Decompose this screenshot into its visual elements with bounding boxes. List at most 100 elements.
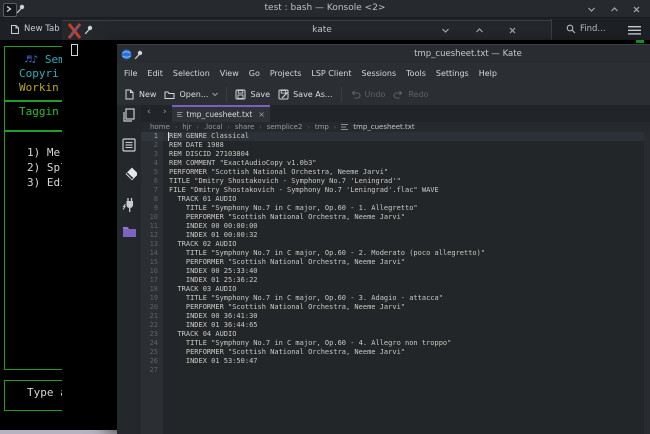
- editor-line[interactable]: 18 TRACK 03 AUDIO: [141, 285, 650, 294]
- menu-view[interactable]: View: [220, 69, 239, 78]
- breadcrumb-file[interactable]: tmp_cuesheet.txt: [353, 123, 414, 131]
- maximize-icon[interactable]: [610, 5, 619, 14]
- kate-tabbar: ‹ › tmp_cuesheet.txt ×: [141, 105, 650, 122]
- terminal-plug-icon[interactable]: [122, 197, 136, 214]
- close-icon[interactable]: [508, 26, 517, 35]
- editor-line[interactable]: 19 TITLE "Symphony No.7 in C major, Op.6…: [141, 294, 650, 303]
- editor-line[interactable]: 9 TITLE "Symphony No.7 in C major, Op.60…: [141, 204, 650, 213]
- menu-tools[interactable]: Tools: [406, 69, 426, 78]
- editor-area[interactable]: 1REM GENRE Classical2REM DATE 19883REM D…: [141, 132, 650, 434]
- save-as-button[interactable]: Save As...: [278, 89, 332, 100]
- editor-line[interactable]: 8 TRACK 01 AUDIO: [141, 195, 650, 204]
- line-number: 10: [141, 213, 163, 222]
- line-text: TRACK 04 AUDIO: [163, 330, 650, 339]
- line-number: 26: [141, 357, 163, 366]
- menu-sessions[interactable]: Sessions: [361, 69, 396, 78]
- line-text: REM DATE 1988: [163, 141, 650, 150]
- filesystem-folder-icon[interactable]: [122, 225, 137, 238]
- line-number: 27: [141, 366, 163, 375]
- menu-projects[interactable]: Projects: [270, 69, 302, 78]
- line-text: PERFORMER "Scottish National Orchestra, …: [163, 168, 650, 177]
- editor-line[interactable]: 4REM COMMENT "ExactAudioCopy v1.0b3": [141, 159, 650, 168]
- editor-line[interactable]: 5PERFORMER "Scottish National Orchestra,…: [141, 168, 650, 177]
- find-button[interactable]: Find...: [566, 22, 606, 36]
- menu-go[interactable]: Go: [249, 69, 260, 78]
- git-icon[interactable]: [122, 167, 137, 183]
- crumb-home[interactable]: home: [150, 123, 170, 131]
- editor-line[interactable]: 10 PERFORMER "Scottish National Orchestr…: [141, 213, 650, 222]
- tab-close-icon[interactable]: ×: [258, 110, 265, 119]
- line-text: TITLE "Dmitry Shostakovich - Symphony No…: [163, 177, 650, 186]
- tab-label: tmp_cuesheet.txt: [187, 110, 253, 119]
- tui-prompt-line: Type a: [27, 387, 63, 399]
- line-text: PERFORMER "Scottish National Orchestra, …: [163, 348, 650, 357]
- crumb-semplice2[interactable]: semplice2: [267, 123, 303, 131]
- new-button[interactable]: New: [124, 89, 156, 100]
- editor-line[interactable]: 1REM GENRE Classical: [141, 132, 650, 141]
- menu-help[interactable]: Help: [479, 69, 497, 78]
- kate-terminal-titlebar[interactable]: kate: [62, 20, 551, 40]
- editor-line[interactable]: 2REM DATE 1988: [141, 141, 650, 150]
- editor-line[interactable]: 16 INDEX 00 25:33:40: [141, 267, 650, 276]
- line-number: 7: [141, 186, 163, 195]
- line-text: INDEX 01 36:44:65: [163, 321, 650, 330]
- editor-line[interactable]: 23 TRACK 04 AUDIO: [141, 330, 650, 339]
- editor-line[interactable]: 6TITLE "Dmitry Shostakovich - Symphony N…: [141, 177, 650, 186]
- line-number: 14: [141, 249, 163, 258]
- kate-titlebar[interactable]: tmp_cuesheet.txt — Kate: [117, 44, 650, 63]
- documents-icon[interactable]: [122, 108, 136, 123]
- tab-next-icon[interactable]: ›: [163, 107, 167, 117]
- terminal-border-peek: [636, 40, 644, 43]
- editor-line[interactable]: 25 PERFORMER "Scottish National Orchestr…: [141, 348, 650, 357]
- minimize-icon[interactable]: [441, 26, 450, 35]
- new-tab-icon: [10, 24, 20, 35]
- redo-button[interactable]: Redo: [393, 89, 428, 100]
- crumb-local[interactable]: .local: [204, 123, 223, 131]
- editor-line[interactable]: 12 INDEX 01 00:00:32: [141, 231, 650, 240]
- menu-lsp-client[interactable]: LSP Client: [311, 69, 351, 78]
- save-button[interactable]: Save: [235, 89, 270, 100]
- editor-line[interactable]: 24 TITLE "Symphony No.7 in C major, Op.6…: [141, 339, 650, 348]
- editor-line[interactable]: 26 INDEX 01 53:50:47: [141, 357, 650, 366]
- editor-line[interactable]: 27: [141, 366, 650, 375]
- undo-icon: [350, 89, 361, 100]
- open-button[interactable]: Open...: [164, 89, 218, 100]
- editor-line[interactable]: 17 INDEX 01 25:36:22: [141, 276, 650, 285]
- editor-line[interactable]: 22 INDEX 01 36:44:65: [141, 321, 650, 330]
- crumb-share[interactable]: share: [235, 123, 254, 131]
- breadcrumb-items: home›hjr›.local›share›semplice2›tmp›: [150, 123, 336, 131]
- line-text: INDEX 01 25:36:22: [163, 276, 650, 285]
- symbol-list-icon[interactable]: [122, 138, 136, 152]
- editor-line[interactable]: 13 TRACK 02 AUDIO: [141, 240, 650, 249]
- scrollbar[interactable]: [644, 132, 650, 434]
- crumb-hjr[interactable]: hjr: [182, 123, 191, 131]
- editor-line[interactable]: 21 INDEX 00 36:41:30: [141, 312, 650, 321]
- menu-selection[interactable]: Selection: [173, 69, 210, 78]
- menu-edit[interactable]: Edit: [147, 69, 163, 78]
- hamburger-menu-icon[interactable]: [628, 26, 641, 35]
- editor-line[interactable]: 15 PERFORMER "Scottish National Orchestr…: [141, 258, 650, 267]
- crumb-separator: ›: [334, 124, 336, 131]
- line-number: 22: [141, 321, 163, 330]
- line-number: 11: [141, 222, 163, 231]
- tab-tmp-cuesheet[interactable]: tmp_cuesheet.txt ×: [172, 105, 270, 122]
- line-number: 5: [141, 168, 163, 177]
- editor-line[interactable]: 3REM DISCID 27103804: [141, 150, 650, 159]
- tab-prev-icon[interactable]: ‹: [147, 107, 151, 117]
- panel-edge-strip: [0, 430, 117, 434]
- menu-file[interactable]: File: [124, 69, 137, 78]
- pin-icon[interactable]: [84, 25, 93, 35]
- editor-line[interactable]: 11 INDEX 00 00:00:00: [141, 222, 650, 231]
- editor-line[interactable]: 14 TITLE "Symphony No.7 in C major, Op.6…: [141, 249, 650, 258]
- terminal-content[interactable]: ♬♪ Sem Copyri Workin Taggin 1) Mer2) Spl…: [0, 40, 63, 434]
- breadcrumb-file-icon: [341, 124, 348, 130]
- crumb-tmp[interactable]: tmp: [315, 123, 329, 131]
- close-icon[interactable]: [632, 5, 641, 14]
- maximize-icon[interactable]: [475, 26, 484, 35]
- minimize-icon[interactable]: [587, 5, 596, 14]
- editor-line[interactable]: 20 PERFORMER "Scottish National Orchestr…: [141, 303, 650, 312]
- undo-button[interactable]: Undo: [350, 89, 386, 100]
- menu-settings[interactable]: Settings: [436, 69, 469, 78]
- editor-line[interactable]: 7FILE "Dmitry Shostakovich - Symphony No…: [141, 186, 650, 195]
- pin-icon[interactable]: [134, 50, 143, 60]
